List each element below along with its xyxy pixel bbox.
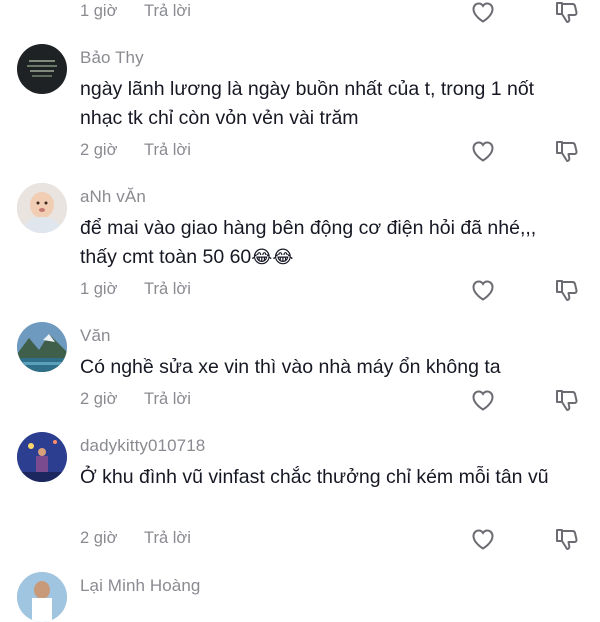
comment-meta: 1 giờ Trả lời [80, 280, 191, 299]
dislike-button[interactable] [552, 0, 580, 26]
reply-button[interactable]: Trả lời [144, 2, 191, 21]
avatar[interactable] [17, 432, 67, 482]
laughing-emoji: 😂😂 [251, 247, 294, 267]
dislike-button[interactable] [552, 386, 580, 414]
comment-username[interactable]: aNh vĂn [80, 187, 146, 207]
like-button[interactable] [469, 0, 497, 26]
like-button[interactable] [469, 276, 497, 304]
comment-time: 2 giờ [80, 141, 118, 159]
comment-text: Ở khu đình vũ vinfast chắc thưởng chỉ ké… [80, 466, 549, 488]
comment-text: để mai vào giao hàng bên động cơ điện hỏ… [80, 214, 560, 272]
thumbs-down-outline-icon [556, 280, 578, 301]
heart-outline-icon [472, 141, 494, 162]
avatar[interactable] [17, 44, 67, 94]
like-button[interactable] [469, 525, 497, 553]
dislike-button[interactable] [552, 137, 580, 165]
comment-meta: 2 giờ Trả lời [80, 390, 191, 409]
like-button[interactable] [469, 386, 497, 414]
comment-time: 1 giờ [80, 2, 118, 20]
comment-username[interactable]: Văn [80, 326, 111, 346]
heart-outline-icon [472, 529, 494, 550]
avatar[interactable] [17, 572, 67, 622]
heart-outline-icon [472, 2, 494, 23]
avatar-image [17, 432, 67, 482]
comment-time: 2 giờ [80, 390, 118, 408]
dislike-button[interactable] [552, 276, 580, 304]
avatar-image [17, 322, 67, 372]
reply-button[interactable]: Trả lời [144, 390, 191, 409]
heart-outline-icon [472, 390, 494, 411]
avatar[interactable] [17, 322, 67, 372]
comment-text: ngày lãnh lương là ngày buồn nhất của t,… [80, 78, 535, 129]
avatar-image [17, 183, 67, 233]
comment-text: Có nghề sửa xe vin thì vào nhà máy ổn kh… [80, 356, 501, 378]
avatar-image [17, 44, 67, 94]
reply-button[interactable]: Trả lời [144, 280, 191, 299]
comment-time: 1 giờ [80, 280, 118, 298]
reply-button[interactable]: Trả lời [144, 141, 191, 160]
thumbs-down-outline-icon [556, 141, 578, 162]
comment-text-body: để mai vào giao hàng bên động cơ điện hỏ… [80, 217, 537, 268]
comment-username[interactable]: Lại Minh Hoàng [80, 576, 200, 596]
heart-outline-icon [472, 280, 494, 301]
dislike-button[interactable] [552, 525, 580, 553]
comment-username[interactable]: dadykitty010718 [80, 436, 205, 456]
comment-username[interactable]: Bảo Thy [80, 48, 144, 68]
avatar[interactable] [17, 183, 67, 233]
thumbs-down-outline-icon [556, 390, 578, 411]
comment-meta: 2 giờ Trả lời [80, 529, 191, 548]
thumbs-down-outline-icon [556, 529, 578, 550]
comment-meta: 2 giờ Trả lời [80, 141, 191, 160]
thumbs-down-outline-icon [556, 2, 578, 23]
comment-time: 2 giờ [80, 529, 118, 547]
comment-meta: 1 giờ Trả lời [80, 2, 191, 21]
like-button[interactable] [469, 137, 497, 165]
avatar-image [17, 572, 67, 622]
reply-button[interactable]: Trả lời [144, 529, 191, 548]
